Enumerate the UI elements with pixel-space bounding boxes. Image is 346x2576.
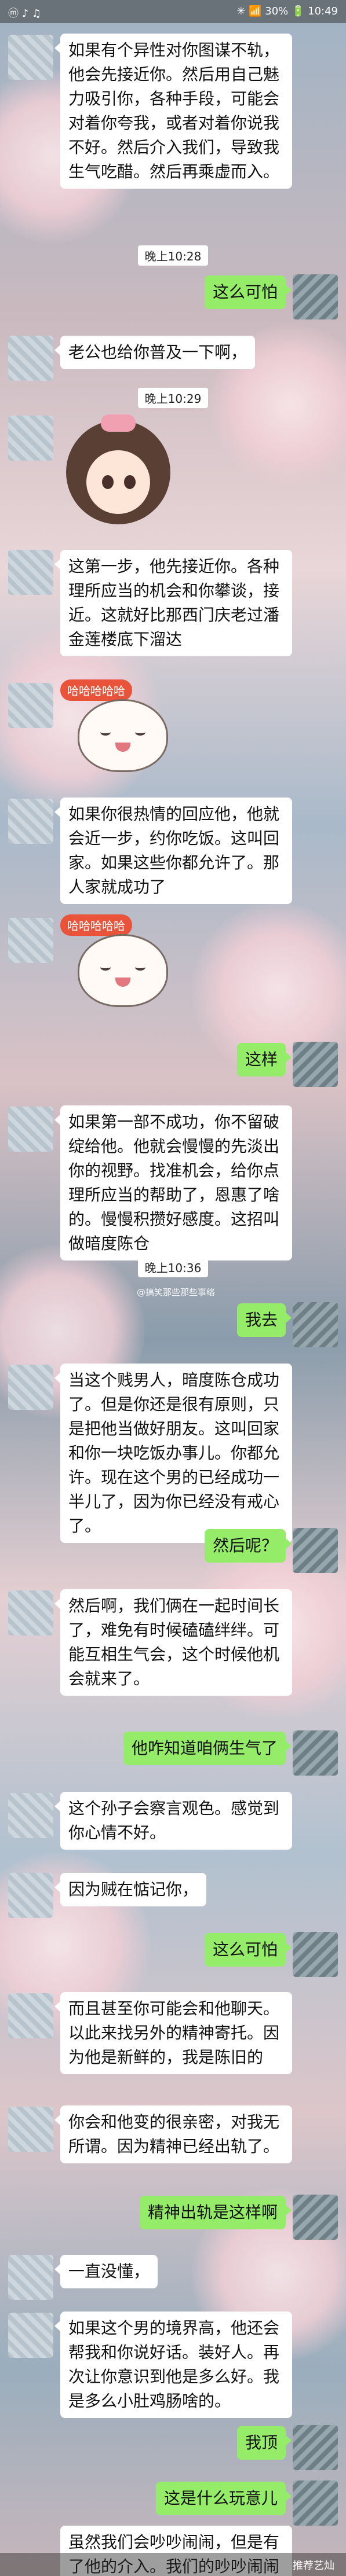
avatar[interactable] — [293, 1528, 338, 1573]
avatar[interactable] — [8, 1107, 53, 1152]
message-bubble[interactable]: 如果这个男的境界高，他还会帮我和你说好话。装好人。再次让你意识到他是多么好。我是… — [54, 2312, 292, 2418]
avatar[interactable] — [8, 683, 53, 728]
status-bar: ⓜ ♪ ♫ ✳ 📶 30% 🔋 10:49 — [0, 0, 346, 23]
message-bubble[interactable]: 他咋知道咱俩生气了 — [123, 1732, 292, 1765]
status-right: ✳ 📶 30% 🔋 10:49 — [236, 5, 338, 17]
message-bubble[interactable]: 这么可怕 — [204, 275, 292, 309]
avatar[interactable] — [293, 2425, 338, 2470]
message-bubble[interactable]: 这个孙子会察言观色。感觉到你心情不好。 — [54, 1792, 292, 1850]
message-bubble[interactable]: 如果有个异性对你图谋不轨，他会先接近你。然后用自己魅力吸引你，各种手段，可能会对… — [54, 34, 292, 189]
watermark: @搞笑那些那些事络 — [137, 1287, 216, 1298]
message-bubble[interactable]: 因为贼在惦记你， — [54, 1873, 207, 1906]
avatar[interactable] — [8, 550, 53, 595]
sticker[interactable] — [60, 414, 176, 536]
sticker[interactable]: 哈哈哈哈哈 — [60, 679, 188, 778]
avatar[interactable] — [8, 2313, 53, 2358]
message-bubble[interactable]: 我顶 — [236, 2426, 292, 2460]
message-bubble[interactable]: 这样 — [236, 1043, 292, 1076]
message-bubble[interactable]: 然后呢？ — [204, 1529, 292, 1563]
message-bubble[interactable]: 精神出轨是这样啊 — [139, 2196, 292, 2229]
status-left: ⓜ ♪ ♫ — [8, 8, 42, 20]
message-bubble[interactable]: 而且甚至你可能会和他聊天。以此来找另外的精神寄托。因为他是新鲜的，我是陈旧的 — [54, 1992, 292, 2074]
avatar[interactable] — [293, 1932, 338, 1977]
bottom-bar: 推荐艺灿 — [0, 2553, 346, 2576]
avatar[interactable] — [293, 2195, 338, 2240]
timestamp: 晚上10:28 — [0, 245, 346, 266]
sticker[interactable]: 哈哈哈哈哈 — [60, 914, 188, 1013]
avatar[interactable] — [8, 336, 53, 381]
avatar[interactable] — [8, 1365, 53, 1410]
message-bubble[interactable]: 当这个贱男人，暗度陈仓成功了。但是你还是很有原则，只是把他当做好朋友。这叫回家和… — [54, 1364, 292, 1543]
avatar[interactable] — [8, 918, 53, 963]
avatar[interactable] — [293, 274, 338, 319]
avatar[interactable] — [8, 35, 53, 80]
message-bubble[interactable]: 一直没懂， — [54, 2255, 158, 2288]
message-bubble[interactable]: 然后啊，我们俩在一起时间长了，难免有时候磕磕绊绊。可能互相生气会，这个时候他机会… — [54, 1589, 292, 1696]
avatar[interactable] — [293, 1302, 338, 1347]
avatar[interactable] — [8, 1873, 53, 1918]
message-bubble[interactable]: 这么可怕 — [204, 1933, 292, 1967]
avatar[interactable] — [8, 1590, 53, 1636]
avatar[interactable] — [8, 416, 53, 461]
message-bubble[interactable]: 老公也给你普及一下啊， — [54, 336, 256, 369]
message-bubble[interactable]: 这是什么玩意儿 — [155, 2482, 292, 2515]
avatar[interactable] — [8, 2255, 53, 2300]
sticker-caption: 哈哈哈哈哈 — [60, 914, 132, 936]
message-bubble[interactable]: 如果你很热情的回应他，他就会近一步，约你吃饭。这叫回家。如果这些你都允许了。那人… — [54, 798, 292, 904]
sticker-caption: 哈哈哈哈哈 — [60, 679, 132, 701]
timestamp: 晚上10:29 — [0, 388, 346, 408]
avatar[interactable] — [8, 2107, 53, 2152]
avatar[interactable] — [293, 2481, 338, 2526]
avatar[interactable] — [293, 1730, 338, 1776]
avatar[interactable] — [293, 1042, 338, 1087]
message-bubble[interactable]: 我去 — [236, 1303, 292, 1337]
avatar[interactable] — [8, 799, 53, 844]
message-bubble[interactable]: 你会和他变的很亲密，对我无所谓。因为精神已经出轨了。 — [54, 2105, 292, 2163]
avatar[interactable] — [8, 1993, 53, 2038]
timestamp: 晚上10:36 — [0, 1257, 346, 1277]
message-bubble[interactable]: 如果第一部不成功，你不留破绽给他。他就会慢慢的先淡出你的视野。找准机会，给你点理… — [54, 1105, 292, 1261]
footer-watermark: 推荐艺灿 — [293, 2560, 334, 2572]
message-bubble[interactable]: 这第一步，他先接近你。各种理所应当的机会和你攀谈，接近。这就好比那西门庆老过潘金… — [54, 550, 292, 656]
avatar[interactable] — [8, 1793, 53, 1838]
